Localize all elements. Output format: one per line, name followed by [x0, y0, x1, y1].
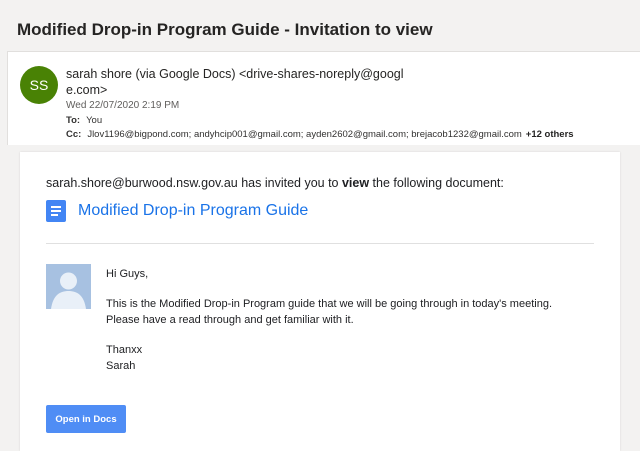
message-paragraph: This is the Modified Drop-in Program gui… [106, 298, 552, 326]
divider [46, 243, 594, 244]
email-header: SS sarah shore (via Google Docs) <drive-… [7, 51, 640, 145]
invite-suffix: the following document: [369, 176, 504, 190]
message-text: Hi Guys, This is the Modified Drop-in Pr… [106, 266, 586, 374]
cc-line: Cc: Jlov1196@bigpond.com; andyhcip001@gma… [66, 129, 574, 140]
default-profile-icon [46, 264, 91, 309]
email-date: Wed 22/07/2020 2:19 PM [66, 100, 180, 111]
document-link[interactable]: Modified Drop-in Program Guide [46, 200, 308, 222]
message-signoff: Thanxx [106, 344, 143, 356]
document-title[interactable]: Modified Drop-in Program Guide [78, 202, 308, 220]
sender-line[interactable]: sarah shore (via Google Docs) <drive-sha… [66, 66, 406, 98]
cc-more-button[interactable]: +12 others [526, 129, 574, 140]
invite-verb: view [341, 176, 370, 190]
email-subject: Modified Drop-in Program Guide - Invitat… [17, 20, 433, 39]
invite-prefix: sarah.shore@burwood.nsw.gov.au has invit… [46, 176, 342, 190]
to-line: To: You [66, 115, 102, 126]
google-docs-icon [46, 200, 66, 222]
email-body: sarah.shore@burwood.nsw.gov.au has invit… [20, 152, 620, 451]
cc-label: Cc: [66, 129, 82, 140]
message-signature: Sarah [106, 360, 136, 372]
cc-recipients[interactable]: Jlov1196@bigpond.com; andyhcip001@gmail.… [87, 129, 521, 140]
sender-avatar[interactable]: SS [20, 66, 58, 104]
open-in-docs-button[interactable]: Open in Docs [46, 405, 126, 433]
message-greeting: Hi Guys, [106, 268, 149, 280]
to-recipient[interactable]: You [86, 115, 102, 126]
invite-text: sarah.shore@burwood.nsw.gov.au has invit… [46, 176, 504, 190]
to-label: To: [66, 115, 81, 126]
